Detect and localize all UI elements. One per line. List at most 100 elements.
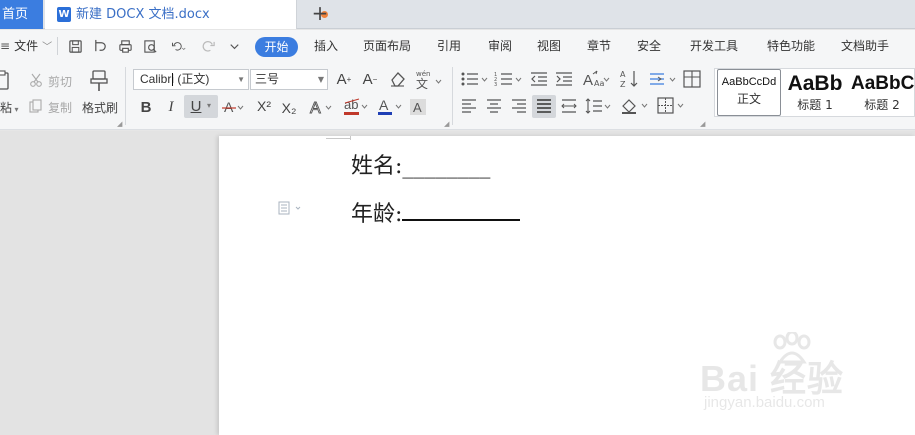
line-spacing-icon[interactable] [585,96,613,116]
shading-icon[interactable] [620,96,650,116]
svg-text:Aa: Aa [594,79,604,88]
tab-bar: 首页 W 新建 DOCX 文档.docx + [0,0,915,29]
svg-text:A: A [224,99,234,115]
character-shading-icon[interactable]: A [408,96,428,118]
cut-label[interactable]: 剪切 [48,73,72,90]
style-preview: AaBb [787,72,843,95]
svg-text:3: 3 [494,82,497,87]
svg-text:A: A [620,70,626,79]
increase-font-size-icon[interactable]: A + [334,70,354,88]
tab-view[interactable]: 视图 [537,30,561,63]
align-left-icon[interactable] [460,98,478,114]
tab-document[interactable]: W 新建 DOCX 文档.docx [45,0,328,29]
bullet-list-icon[interactable] [460,70,490,88]
font-size-value: 三号 [255,72,280,86]
underline-button[interactable]: U [187,96,205,116]
divider [125,67,126,125]
doc-line-age[interactable]: 年龄: [351,196,521,228]
chevron-down-icon: ▼ [237,75,245,84]
svg-text:文: 文 [416,76,428,90]
word-doc-icon: W [57,7,71,22]
highlight-color-icon[interactable]: ab [342,96,370,118]
paste-icon[interactable] [0,70,12,92]
baidu-jingyan-watermark: Bai 经验 jingyan.baidu.com [700,332,890,412]
bold-button[interactable]: B [137,97,155,117]
distributed-align-icon[interactable] [560,98,578,114]
strikethrough-icon[interactable]: A [222,97,244,117]
new-tab-button[interactable]: + [310,0,330,29]
borders-icon[interactable] [656,96,686,116]
format-painter-label[interactable]: 格式刷 [82,99,118,116]
tab-references[interactable]: 引用 [437,30,461,63]
align-center-icon[interactable] [485,98,503,114]
tab-special-features[interactable]: 特色功能 [767,30,815,63]
clear-format-icon[interactable] [387,70,407,88]
style-caption: 标题 1 [797,98,833,112]
font-color-icon[interactable]: A [376,96,404,118]
save-icon[interactable] [67,38,83,54]
format-painter-icon[interactable] [88,69,110,93]
copy-icon[interactable] [28,98,44,114]
tab-start[interactable]: 开始 [255,37,298,57]
margin-corner-mark [326,138,350,139]
style-heading-2[interactable]: AaBbC 标题 2 [849,69,915,116]
print-preview-icon[interactable] [142,38,158,54]
show-table-grid-icon[interactable] [682,69,702,89]
tab-home-label: 首页 [2,7,29,22]
font-size-select[interactable]: 三号 ▼ [250,69,328,90]
font-name-select[interactable]: Calibri (正文) ▼ [133,69,249,90]
tab-home[interactable]: 首页 [0,0,43,29]
menu-row: ≡ 文件 ﹀ 开始 插入 页面布局 引用 审阅 视图 章节 安全 开发工具 特色功能… [0,30,915,63]
doc-line-name[interactable]: 姓名:________ [351,148,490,180]
svg-text:A: A [413,100,422,115]
style-preview: AaBbC [851,73,915,94]
tab-security[interactable]: 安全 [637,30,661,63]
chevron-down-icon[interactable]: ▾ [207,101,211,110]
align-right-icon[interactable] [510,98,528,114]
decrease-font-size-icon[interactable]: A − [360,70,380,88]
tab-review[interactable]: 审阅 [488,30,512,63]
customize-toolbar-icon[interactable] [226,38,242,54]
svg-text:A: A [310,100,321,116]
tab-doc-assistant[interactable]: 文档助手 [841,30,889,63]
increase-indent-icon[interactable] [555,70,573,88]
print-icon[interactable] [117,38,133,54]
paragraph-spacing-icon[interactable] [648,70,678,88]
style-heading-1[interactable]: AaBb 标题 1 [783,69,847,116]
decrease-indent-icon[interactable] [530,70,548,88]
italic-button[interactable]: I [162,97,180,117]
group-expand-icon[interactable]: ◢ [700,120,705,128]
copy-label[interactable]: 复制 [48,99,72,116]
subscript-button[interactable]: X₂ [279,98,299,118]
chevron-down-icon: ▼ [317,75,324,84]
sort-icon[interactable]: AZ [620,69,640,89]
tab-insert[interactable]: 插入 [314,30,338,63]
superscript-button[interactable]: X² [254,96,274,116]
paste-label[interactable]: 粘 ▾ [0,99,19,116]
style-normal[interactable]: AaBbCcDd 正文 [717,69,781,116]
redo-icon[interactable] [200,38,216,54]
tab-page-layout[interactable]: 页面布局 [363,30,411,63]
file-menu[interactable]: ≡ 文件 ﹀ [0,30,52,64]
numbered-list-icon[interactable]: 123 [494,70,524,88]
tab-chapter[interactable]: 章节 [587,30,611,63]
svg-text:A: A [583,72,593,89]
paragraph-menu-icon[interactable] [278,201,302,215]
group-expand-icon[interactable]: ◢ [117,120,122,128]
svg-text:A: A [379,97,389,113]
export-icon[interactable] [92,38,108,54]
undo-icon[interactable] [167,38,189,54]
name-blank: ________ [402,154,491,179]
file-menu-label: 文件 [14,39,39,53]
name-label: 姓名: [351,154,403,179]
group-expand-icon[interactable]: ◢ [444,120,449,128]
scissors-icon[interactable] [28,72,44,88]
style-preview: AaBbCcDd [721,76,777,88]
change-case-icon[interactable]: A Aa [581,68,611,90]
phonetic-guide-icon[interactable]: wén 文 [413,68,443,90]
tab-developer[interactable]: 开发工具 [690,30,738,63]
justify-icon[interactable] [535,98,553,114]
text-effect-icon[interactable]: A [308,97,334,117]
margin-corner-mark [350,136,351,140]
style-caption: 标题 2 [864,98,900,112]
